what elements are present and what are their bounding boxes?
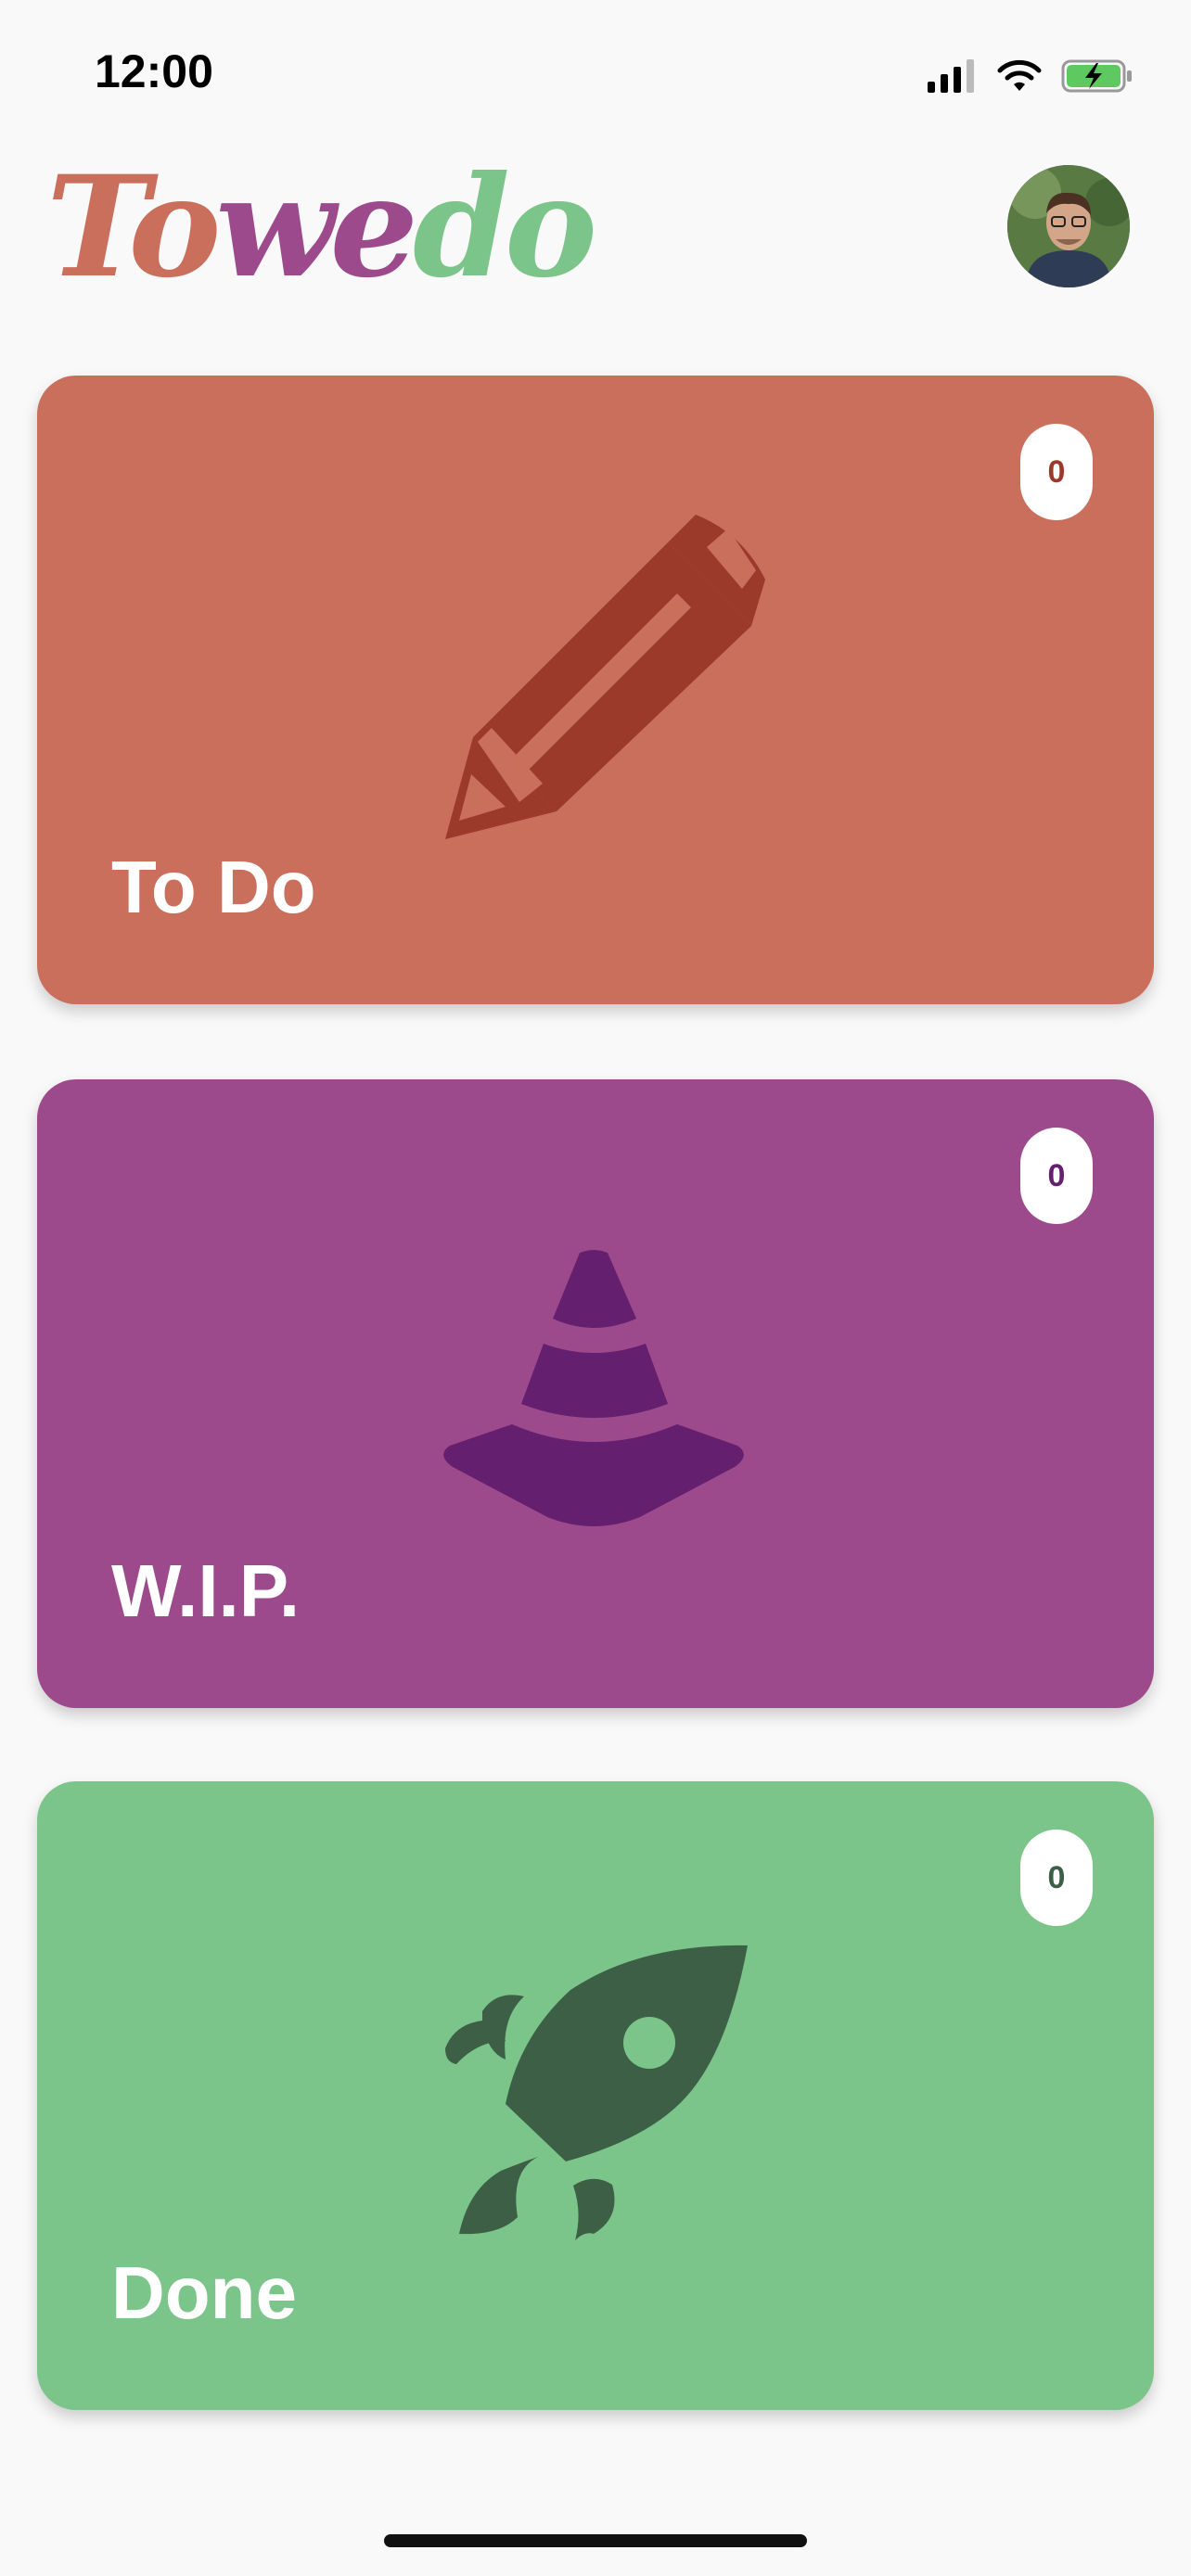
home-indicator[interactable] <box>384 2534 807 2547</box>
wip-count-badge: 0 <box>1020 1128 1093 1224</box>
done-count-badge: 0 <box>1020 1830 1093 1926</box>
card-done[interactable]: 0 Done <box>37 1781 1154 2410</box>
card-wip[interactable]: 0 W.I.P. <box>37 1079 1154 1708</box>
todo-count-badge: 0 <box>1020 424 1093 520</box>
status-time: 12:00 <box>95 45 213 97</box>
logo-part-1: To <box>46 146 221 309</box>
status-icons <box>926 54 1135 98</box>
battery-charging-icon <box>1061 57 1135 95</box>
signal-icon <box>926 59 978 93</box>
logo-part-3: do <box>413 146 597 309</box>
done-title: Done <box>111 2251 297 2334</box>
todo-title: To Do <box>111 846 316 928</box>
wifi-icon <box>996 59 1043 93</box>
app-header: Towedo <box>0 148 1191 334</box>
wip-title: W.I.P. <box>111 1549 301 1632</box>
avatar[interactable] <box>1007 165 1130 287</box>
card-todo[interactable]: 0 To Do <box>37 376 1154 1004</box>
status-bar: 12:00 <box>0 0 1191 148</box>
logo-part-2: we <box>215 146 418 309</box>
app-logo: Towedo <box>46 158 597 297</box>
